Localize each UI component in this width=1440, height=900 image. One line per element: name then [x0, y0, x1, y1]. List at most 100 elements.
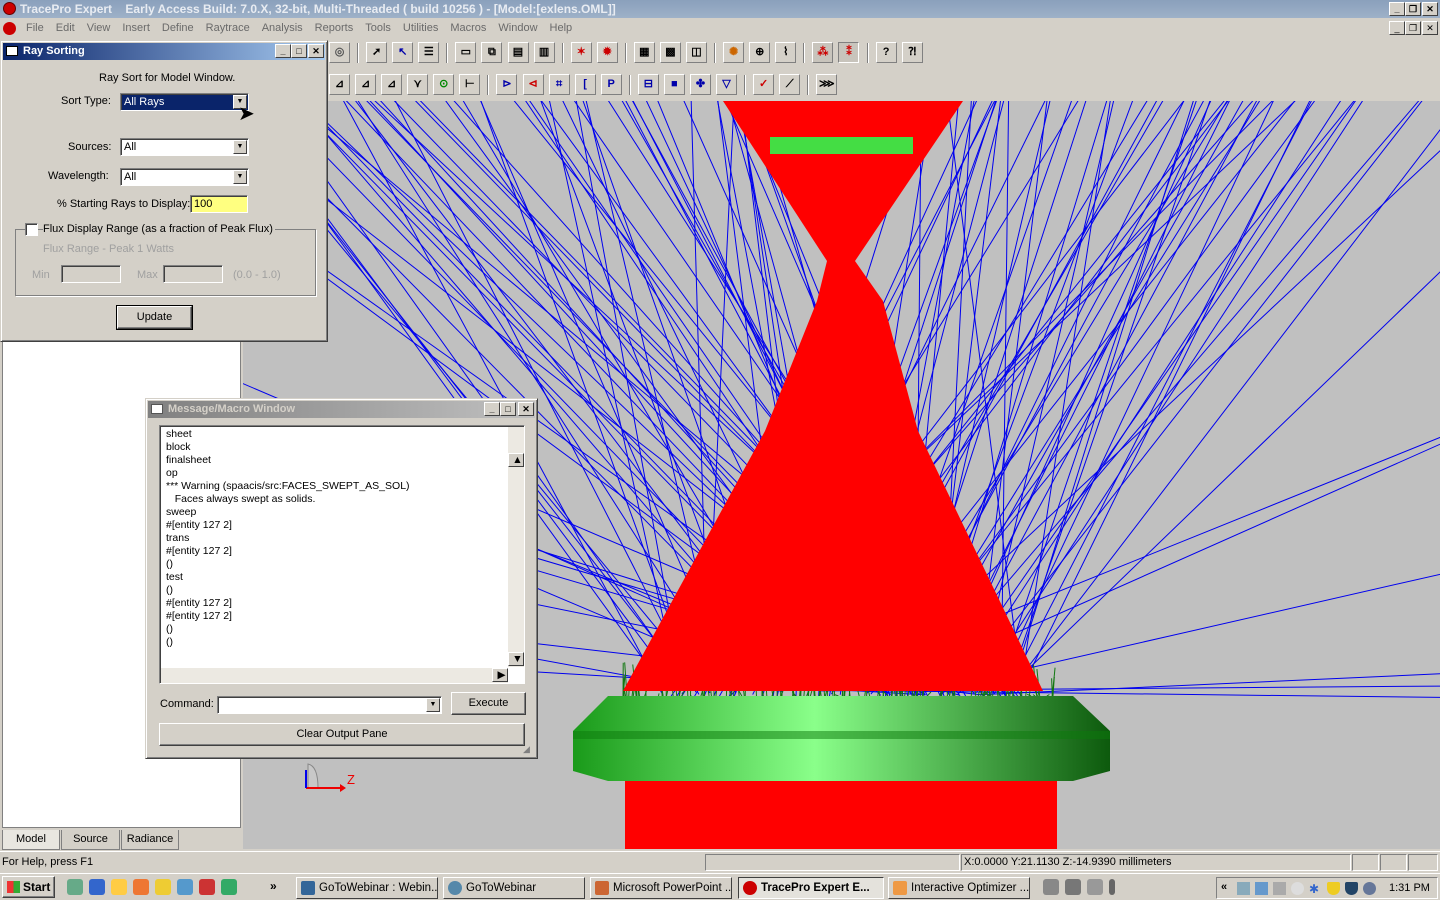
view-iso-icon[interactable]: ⋎: [407, 74, 429, 95]
doc-minimize-button[interactable]: _: [1389, 21, 1405, 35]
help-tray-icon[interactable]: [1087, 879, 1103, 895]
menu-reports[interactable]: Reports: [309, 19, 360, 37]
starting-rays-input[interactable]: 100: [190, 195, 248, 213]
task-powerpoint[interactable]: Microsoft PowerPoint ...: [590, 877, 732, 899]
tile-horizontal-icon[interactable]: ▤: [507, 42, 529, 63]
minimize-button[interactable]: _: [1389, 2, 1405, 16]
task-interactive-optimizer[interactable]: Interactive Optimizer ...: [888, 877, 1030, 899]
trace-rays-icon[interactable]: ✶: [570, 42, 592, 63]
menu-window[interactable]: Window: [492, 19, 543, 37]
security-shield-icon[interactable]: [1345, 882, 1358, 895]
ray-sort-icon[interactable]: ⁂: [812, 42, 834, 63]
execute-button[interactable]: Execute: [451, 692, 526, 715]
command-input[interactable]: ▼: [217, 696, 442, 714]
render-icon[interactable]: ◎: [329, 42, 350, 63]
menu-analysis[interactable]: Analysis: [256, 19, 309, 37]
view-reset-icon[interactable]: ⊢: [459, 74, 481, 95]
task-gotowebinar[interactable]: GoToWebinar: [443, 877, 585, 899]
app-icon[interactable]: [3, 2, 16, 15]
clear-output-button[interactable]: Clear Output Pane: [159, 723, 525, 746]
pan-icon[interactable]: P: [600, 74, 622, 95]
resize-grip-icon[interactable]: ◢: [523, 744, 530, 755]
chevron-down-icon[interactable]: ▼: [426, 698, 440, 712]
tool-icon[interactable]: [1043, 879, 1059, 895]
menu-macros[interactable]: Macros: [444, 19, 492, 37]
source-icon[interactable]: ✺: [723, 42, 745, 63]
rev-trace-icon[interactable]: ✹: [596, 42, 618, 63]
scroll-down-icon[interactable]: ▼: [508, 652, 524, 666]
display-icon[interactable]: [1255, 882, 1268, 895]
shield-icon[interactable]: [1327, 882, 1340, 895]
show-desktop-icon[interactable]: [67, 879, 83, 895]
menu-edit[interactable]: Edit: [50, 19, 81, 37]
cascade-icon[interactable]: ⧉: [481, 42, 503, 63]
view-zy-icon[interactable]: ⊿: [355, 74, 377, 95]
doc-restore-button[interactable]: ❐: [1405, 21, 1421, 35]
tab-radiance[interactable]: Radiance: [121, 830, 179, 850]
grid-icon[interactable]: ▦: [633, 42, 655, 63]
restore-button[interactable]: ❐: [1405, 2, 1421, 16]
app-icon-6[interactable]: [177, 879, 193, 895]
menu-tools[interactable]: Tools: [359, 19, 397, 37]
folder-icon[interactable]: [111, 879, 127, 895]
ray-sorting-maximize-button[interactable]: □: [291, 44, 307, 58]
app-icon-7[interactable]: [199, 879, 215, 895]
context-help-icon[interactable]: ⁈: [901, 42, 923, 63]
vertical-scrollbar[interactable]: ▲ ▼: [508, 427, 524, 667]
ray-sorting-minimize-button[interactable]: _: [275, 44, 291, 58]
message-close-button[interactable]: ✕: [518, 402, 534, 416]
message-maximize-button[interactable]: □: [500, 402, 516, 416]
disconnected-icon[interactable]: [1291, 882, 1304, 895]
check-icon[interactable]: ✓: [753, 74, 775, 95]
message-window-titlebar[interactable]: Message/Macro Window _ □ ✕: [148, 401, 535, 418]
update-button[interactable]: Update: [116, 305, 193, 330]
ray-sorting-close-button[interactable]: ✕: [308, 44, 324, 58]
app-icon-8[interactable]: [221, 879, 237, 895]
properties-icon[interactable]: ☰: [418, 42, 440, 63]
flux-display-checkbox[interactable]: [25, 223, 38, 236]
zoom-in-icon[interactable]: ⊳: [496, 74, 518, 95]
tab-source[interactable]: Source: [61, 830, 120, 850]
menu-define[interactable]: Define: [156, 19, 200, 37]
output-pane[interactable]: sheet block finalsheet op *** Warning (spaac…: [159, 425, 525, 684]
tab-model[interactable]: Model: [2, 830, 60, 850]
scroll-right-icon[interactable]: ▶: [492, 668, 508, 682]
zoom-all-icon[interactable]: [: [574, 74, 596, 95]
message-minimize-button[interactable]: _: [484, 402, 500, 416]
target-icon[interactable]: ⊕: [749, 42, 771, 63]
menu-utilities[interactable]: Utilities: [397, 19, 444, 37]
new-window-icon[interactable]: ▭: [455, 42, 477, 63]
select-surface-icon[interactable]: ↖: [392, 42, 414, 63]
firefox-icon[interactable]: [133, 879, 149, 895]
ray-display-icon[interactable]: ⁑: [838, 42, 860, 63]
menu-insert[interactable]: Insert: [116, 19, 156, 37]
shaded-icon[interactable]: ▽: [716, 74, 737, 95]
select-arrow-icon[interactable]: ➚: [366, 42, 388, 63]
menu-help[interactable]: Help: [544, 19, 579, 37]
horizontal-scrollbar[interactable]: ◀ ▶: [161, 668, 508, 683]
close-button[interactable]: ✕: [1422, 2, 1438, 16]
task-gotowebinar-webinar[interactable]: GoToWebinar : Webin...: [296, 877, 438, 899]
network-icon[interactable]: [1237, 882, 1250, 895]
view-zx-icon[interactable]: ⊿: [329, 74, 350, 95]
tray-expand-icon[interactable]: «: [1221, 881, 1227, 893]
chevron-down-icon[interactable]: ▼: [233, 140, 247, 154]
menu-raytrace[interactable]: Raytrace: [200, 19, 256, 37]
tile-vertical-icon[interactable]: ▥: [533, 42, 555, 63]
wireframe-icon[interactable]: ⊟: [637, 74, 659, 95]
ray-sorting-titlebar[interactable]: Ray Sorting _ □ ✕: [3, 43, 325, 60]
start-button[interactable]: Start: [2, 876, 55, 898]
solid-icon[interactable]: ■: [663, 74, 685, 95]
zoom-window-icon[interactable]: ⌗: [548, 74, 570, 95]
doc-close-button[interactable]: ✕: [1422, 21, 1438, 35]
edit-icon[interactable]: [1065, 879, 1081, 895]
menu-tray-icon[interactable]: [1109, 879, 1115, 895]
ray-fan-icon[interactable]: ⋙: [816, 74, 838, 95]
quick-launch-more-icon[interactable]: »: [270, 879, 277, 893]
candela-icon[interactable]: ◫: [686, 42, 707, 63]
doc-icon[interactable]: [3, 22, 16, 35]
view-axis-icon[interactable]: ⊙: [433, 74, 455, 95]
chevron-down-icon[interactable]: ▼: [233, 170, 247, 184]
ie-icon[interactable]: [89, 879, 105, 895]
menu-file[interactable]: File: [20, 19, 50, 37]
